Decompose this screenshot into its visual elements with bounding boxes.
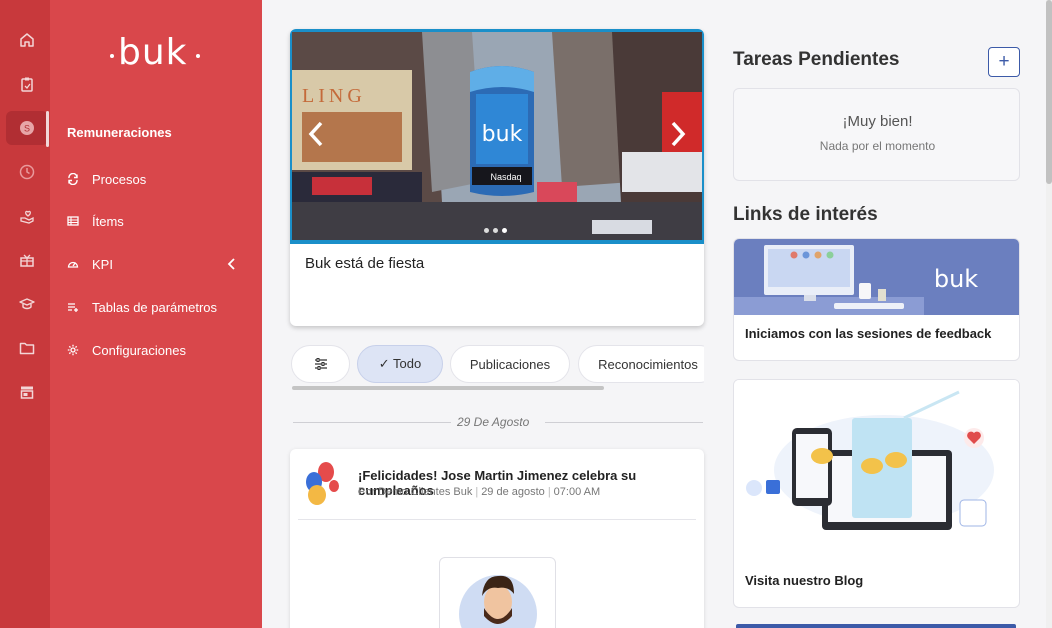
page-scroll-thumb[interactable] <box>1046 0 1052 184</box>
filters-scrollbar[interactable] <box>290 386 704 390</box>
carousel-dot[interactable] <box>493 228 498 233</box>
rail-store[interactable] <box>6 375 48 409</box>
rail-folder[interactable] <box>6 331 48 365</box>
avatar <box>459 575 537 628</box>
gift-icon <box>20 254 34 267</box>
balloons-icon <box>306 462 339 505</box>
screen-logo-text: buk <box>482 122 523 147</box>
menu-item-tablas[interactable]: Tablas de parámetros <box>67 296 217 318</box>
feed-filters: ✓ Todo Publicaciones Reconocimientos <box>290 344 704 384</box>
menu-item-items[interactable]: Ítems <box>67 210 124 232</box>
logo-dot-right <box>196 54 200 58</box>
module-menu: buk Remuneraciones Procesos Ítems KPI Ta… <box>50 0 262 628</box>
filters-scroll-thumb[interactable] <box>292 386 604 390</box>
rail-gift[interactable] <box>6 243 48 277</box>
store-icon <box>20 386 34 399</box>
tasks-empty-title: ¡Muy bien! <box>842 113 913 130</box>
billboard-text: LING <box>302 85 366 107</box>
menu-item-label: Ítems <box>92 213 124 229</box>
add-list-icon <box>68 303 78 312</box>
menu-item-procesos[interactable]: Procesos <box>67 168 146 190</box>
post-author: Por Demo Clientes Buk <box>358 486 473 498</box>
menu-section-title: Remuneraciones <box>67 125 172 140</box>
link-card-label: Visita nuestro Blog <box>745 573 864 588</box>
svg-text:S: S <box>24 124 30 134</box>
logo-dot-left <box>110 54 114 58</box>
rail-active-indicator <box>46 111 49 147</box>
gear-icon <box>67 344 79 356</box>
page-scrollbar[interactable] <box>1046 0 1052 628</box>
meta-separator: | <box>475 486 479 498</box>
birthday-post: ¡Felicidades! Jose Martin Jimenez celebr… <box>290 449 704 628</box>
clock-icon <box>19 164 35 180</box>
rail-home[interactable] <box>6 23 48 57</box>
rail-clipboard[interactable] <box>6 67 48 101</box>
link-card-feedback[interactable]: buk Iniciamos con las sesiones de feedba… <box>733 238 1020 361</box>
carousel-prev-icon[interactable] <box>304 119 328 149</box>
link-card-blog[interactable]: Visita nuestro Blog <box>733 379 1020 608</box>
blog-illustration <box>734 380 1019 550</box>
tasks-empty-subtitle: Nada por el momento <box>819 139 936 153</box>
tasks-card: ¡Muy bien! Nada por el momento <box>733 88 1020 181</box>
home-icon <box>20 33 34 47</box>
carousel-dot-active[interactable] <box>502 228 507 233</box>
menu-item-label: KPI <box>92 256 113 272</box>
post-meta: Por Demo Clientes Buk | 29 de agosto | 07:00… <box>358 486 600 498</box>
post-date: 29 de agosto <box>481 486 545 498</box>
carousel-dot[interactable] <box>484 228 489 233</box>
sliders-icon <box>314 358 327 370</box>
filter-chip-todo[interactable]: ✓ Todo <box>357 345 443 383</box>
clipboard-icon <box>21 77 33 92</box>
rail-benefits[interactable] <box>6 199 48 233</box>
date-separator: 29 De Agosto <box>293 414 703 430</box>
separator-line <box>545 422 703 423</box>
hand-heart-icon <box>20 210 34 224</box>
filter-chip-reconocimientos[interactable]: Reconocimientos <box>578 345 704 383</box>
carousel-caption[interactable]: Buk está de fiesta <box>305 255 424 272</box>
carousel-dots <box>484 228 507 233</box>
refresh-icon <box>68 173 78 185</box>
post-divider <box>298 519 696 520</box>
tasks-heading: Tareas Pendientes <box>733 49 900 70</box>
rail-learning[interactable] <box>6 287 48 321</box>
link-card-label: Iniciamos con las sesiones de feedback <box>745 326 992 341</box>
menu-item-label: Tablas de parámetros <box>92 299 218 315</box>
menu-item-label: Procesos <box>92 171 147 187</box>
chevron-left-icon[interactable] <box>226 257 238 271</box>
plus-icon: + <box>998 51 1010 72</box>
times-square-photo: LING buk Nasdaq <box>292 32 702 240</box>
gauge-icon <box>67 261 79 268</box>
nasdaq-text: Nasdaq <box>490 172 521 182</box>
links-heading: Links de interés <box>733 204 878 225</box>
filter-chip-publicaciones[interactable]: Publicaciones <box>450 345 570 383</box>
meta-separator: | <box>547 486 551 498</box>
icon-rail: S <box>0 0 50 628</box>
filter-settings-button[interactable] <box>291 345 350 383</box>
banner-logo-text: buk <box>934 265 978 293</box>
buk-logo[interactable]: buk <box>110 32 202 80</box>
logo-text: buk <box>118 32 188 73</box>
separator-line <box>293 422 451 423</box>
folder-icon <box>19 342 35 355</box>
news-carousel: LING buk Nasdaq Buk está de fiesta <box>290 29 704 326</box>
feedback-banner-image: buk <box>734 239 1019 315</box>
birthday-avatar-card <box>439 557 556 628</box>
carousel-slide-image[interactable]: LING buk Nasdaq <box>290 29 704 244</box>
menu-item-configuraciones[interactable]: Configuraciones <box>67 339 186 361</box>
rail-payroll[interactable]: S <box>6 111 48 145</box>
graduation-cap-icon <box>19 298 35 310</box>
menu-item-kpi[interactable]: KPI <box>67 253 113 275</box>
rail-clock[interactable] <box>6 155 48 189</box>
payroll-icon: S <box>20 121 34 135</box>
list-icon <box>67 216 79 226</box>
date-label: 29 De Agosto <box>457 415 530 429</box>
menu-item-label: Configuraciones <box>92 342 186 358</box>
add-task-button[interactable]: + <box>988 47 1020 77</box>
post-time: 07:00 AM <box>553 486 601 498</box>
next-card-edge <box>736 624 1016 628</box>
carousel-next-icon[interactable] <box>666 119 690 149</box>
